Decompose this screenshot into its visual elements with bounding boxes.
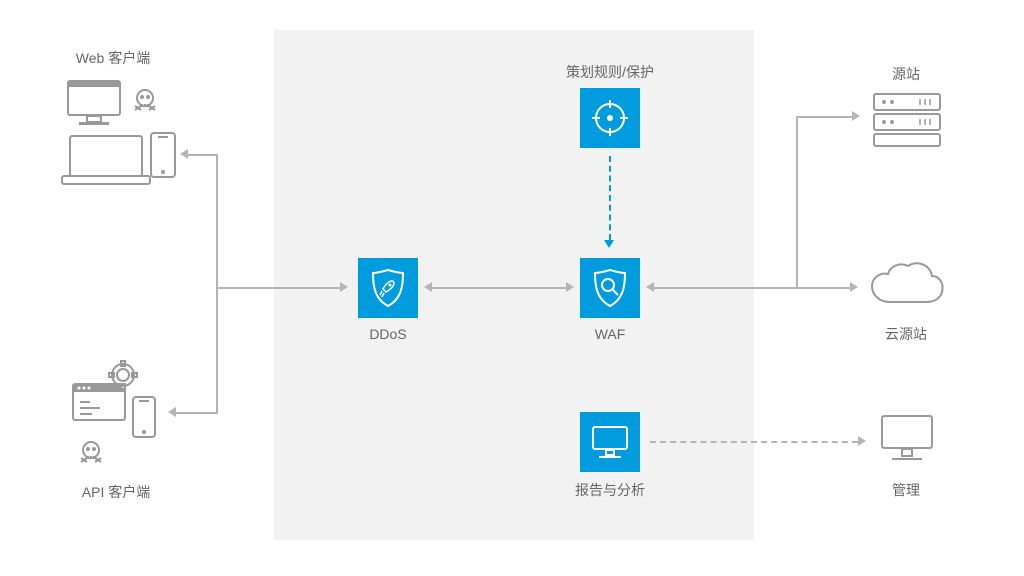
desktop-icon bbox=[65, 78, 123, 128]
waf-label: WAF bbox=[595, 326, 626, 342]
connector bbox=[176, 412, 218, 414]
arrowhead-icon bbox=[424, 282, 432, 292]
shield-rocket-icon bbox=[369, 267, 407, 309]
connector bbox=[216, 287, 340, 289]
connector bbox=[188, 154, 216, 156]
connector bbox=[654, 287, 798, 289]
skull-icon bbox=[78, 440, 104, 466]
server-icon bbox=[870, 90, 944, 150]
arrowhead-icon bbox=[566, 282, 574, 292]
gear-icon bbox=[106, 358, 140, 392]
connector bbox=[796, 116, 798, 289]
origin-label: 源站 bbox=[892, 64, 920, 84]
report-label: 报告与分析 bbox=[575, 480, 645, 500]
phone-icon bbox=[148, 130, 178, 180]
policy-label: 策划规则/保护 bbox=[566, 62, 654, 82]
arrowhead-icon bbox=[852, 111, 860, 121]
arrowhead-icon bbox=[168, 407, 176, 417]
web-client-label: Web 客户端 bbox=[76, 48, 150, 68]
api-client-label: API 客户端 bbox=[82, 482, 150, 502]
arrowhead-icon bbox=[180, 149, 188, 159]
skull-icon bbox=[132, 88, 158, 114]
management-label: 管理 bbox=[892, 480, 920, 500]
ddos-node bbox=[358, 258, 418, 318]
connector bbox=[796, 116, 852, 118]
laptop-icon bbox=[60, 132, 152, 188]
target-icon bbox=[590, 98, 630, 138]
cloud-origin-label: 云源站 bbox=[885, 324, 927, 344]
connector-dashed bbox=[650, 441, 858, 443]
waf-node bbox=[580, 258, 640, 318]
connector bbox=[216, 154, 218, 414]
phone-icon bbox=[130, 394, 158, 440]
policy-node bbox=[580, 88, 640, 148]
connector bbox=[796, 287, 850, 289]
report-node bbox=[580, 412, 640, 472]
monitor-icon bbox=[589, 423, 631, 461]
arrowhead-icon bbox=[858, 436, 866, 446]
arrowhead-icon bbox=[604, 240, 614, 248]
arrowhead-icon bbox=[340, 282, 348, 292]
cloud-icon bbox=[866, 258, 948, 312]
shield-search-icon bbox=[591, 267, 629, 309]
connector bbox=[432, 287, 566, 289]
ddos-label: DDoS bbox=[369, 326, 406, 342]
arrowhead-icon bbox=[850, 282, 858, 292]
connector-dashed bbox=[609, 156, 611, 240]
arrowhead-icon bbox=[646, 282, 654, 292]
monitor-icon bbox=[878, 412, 936, 464]
